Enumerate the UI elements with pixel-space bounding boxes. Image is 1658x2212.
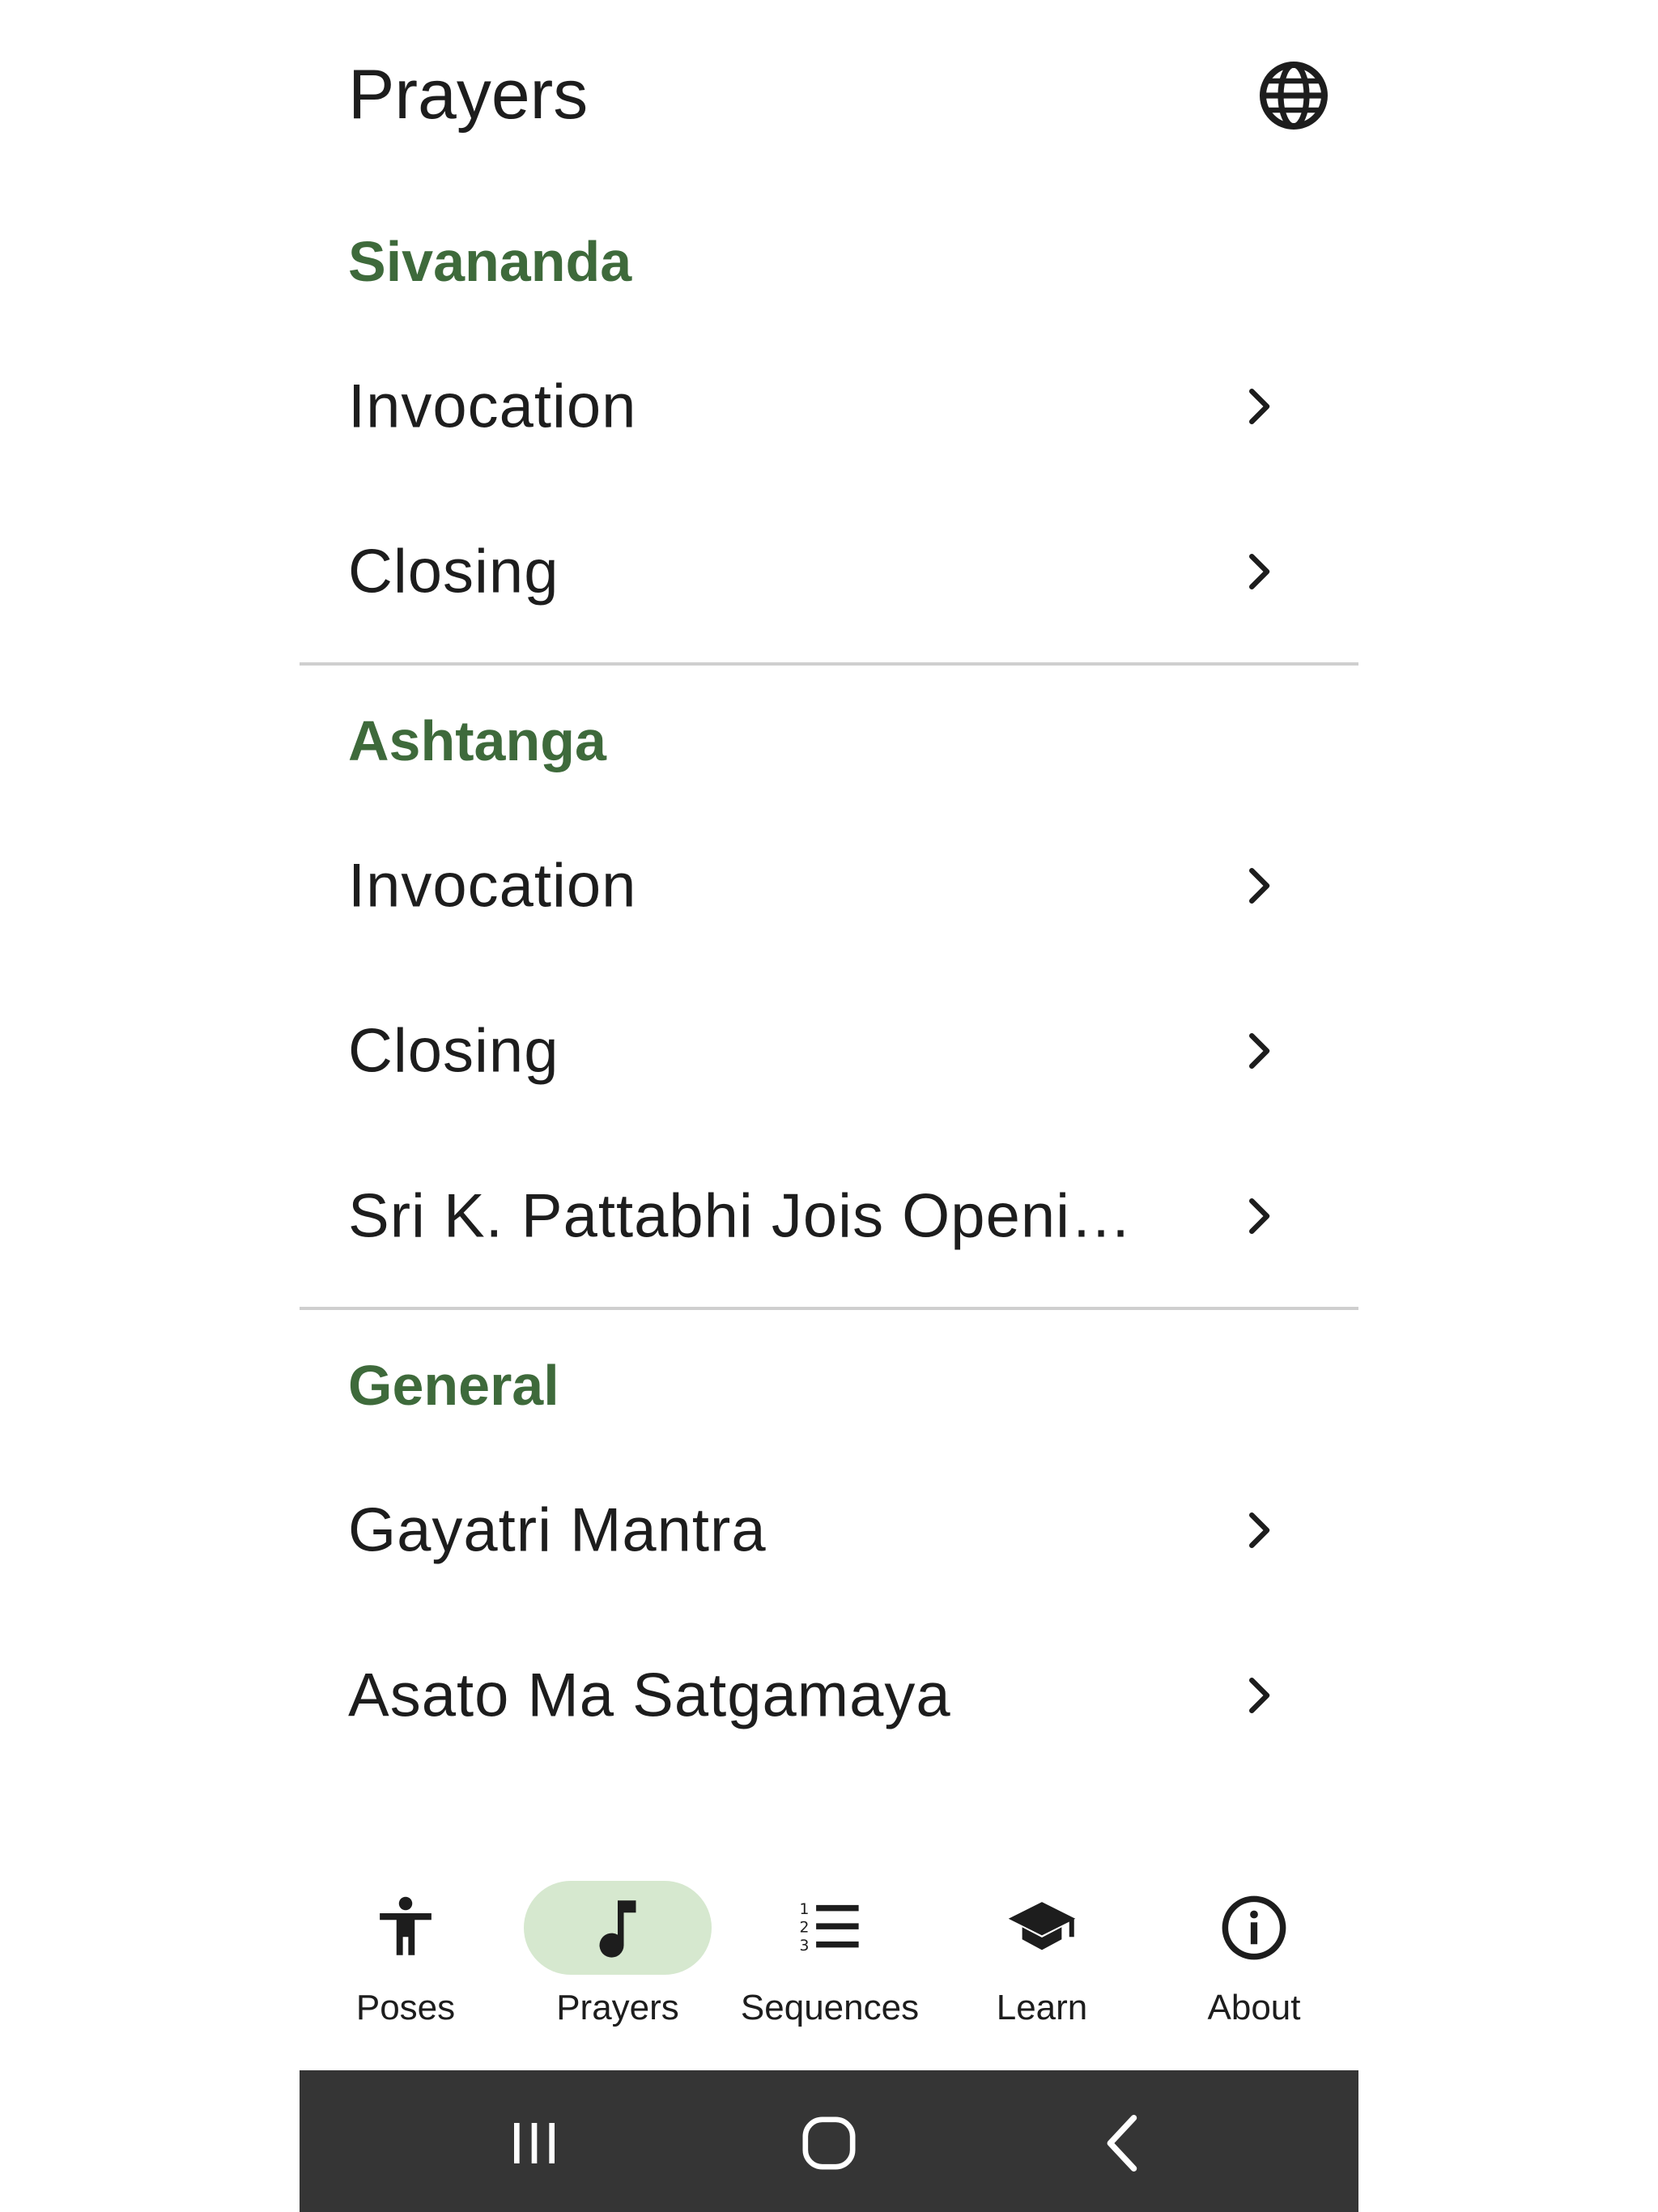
section-header: Ashtanga [300,666,1358,803]
section-header: Sivananda [300,186,1358,324]
section-ashtanga: Ashtanga Invocation Closing Sri K. Patta… [300,666,1358,1310]
bottom-navigation: Poses Prayers 1 2 3 Sequences Learn Abou… [300,1834,1358,2070]
nav-item-learn[interactable]: Learn [936,1834,1148,2070]
svg-text:1: 1 [800,1901,810,1918]
numbered-list-icon: 1 2 3 [800,1901,859,1955]
list-item[interactable]: Invocation [300,324,1358,489]
chevron-right-icon [1249,1678,1270,1713]
chevron-right-icon [1249,1512,1270,1548]
list-item-label: Asato Ma Satgamaya [348,1661,951,1730]
list-item-label: Closing [348,537,559,606]
chevron-right-icon [1249,1033,1270,1069]
list-item[interactable]: Sri K. Pattabhi Jois Opening Chant [300,1134,1358,1299]
section-general: General Gayatri Mantra Asato Ma Satgamay… [300,1310,1358,1834]
section-title: Sivananda [348,230,632,293]
section-title: General [348,1354,559,1417]
nav-label: Prayers [556,1988,679,2027]
app-screen: Prayers Sivananda Invocation Closing Ash… [300,0,1358,2212]
accessibility-person-icon [380,1896,432,1955]
nav-label: Learn [996,1988,1088,2027]
nav-item-sequences[interactable]: 1 2 3 Sequences [724,1834,936,2070]
list-item-label: Closing [348,1016,559,1086]
page-title: Prayers [348,56,589,134]
nav-item-about[interactable]: About [1148,1834,1358,2070]
nav-item-prayers[interactable]: Prayers [512,1834,724,2070]
recent-apps-icon[interactable] [494,2103,575,2184]
list-item-label: Invocation [348,851,637,921]
svg-text:2: 2 [800,1920,810,1937]
list-item[interactable]: Closing [300,968,1358,1134]
globe-icon[interactable] [1255,57,1333,134]
nav-item-poses[interactable]: Poses [300,1834,512,2070]
nav-label: Poses [355,1988,456,2027]
system-navigation-bar [300,2070,1358,2212]
prayer-list[interactable]: Sivananda Invocation Closing Ashtanga In… [300,186,1358,1834]
list-item-label: Guru Mantra [348,1826,703,1835]
chevron-right-icon [1249,389,1270,424]
list-item-label: Gayatri Mantra [348,1495,767,1565]
section-header: General [300,1310,1358,1448]
music-note-icon [599,1900,636,1958]
list-item-label: Sri K. Pattabhi Jois Opening Chant [348,1181,1166,1251]
info-icon [1222,1895,1286,1960]
list-item[interactable]: Gayatri Mantra [300,1448,1358,1613]
chevron-right-icon [1249,554,1270,589]
list-item-label: Invocation [348,372,637,441]
list-item[interactable]: Closing [300,489,1358,654]
nav-label: About [1207,1988,1301,2027]
graduation-cap-icon [1008,1902,1076,1950]
back-icon[interactable] [1083,2103,1164,2184]
home-icon[interactable] [789,2103,869,2184]
section-title: Ashtanga [348,709,606,772]
chevron-right-icon [1249,868,1270,904]
svg-text:3: 3 [800,1938,810,1955]
list-item[interactable]: Guru Mantra [300,1778,1358,1835]
section-sivananda: Sivananda Invocation Closing [300,186,1358,666]
list-item[interactable]: Invocation [300,803,1358,968]
chevron-right-icon [1249,1198,1270,1234]
list-item[interactable]: Asato Ma Satgamaya [300,1613,1358,1778]
nav-label: Sequences [740,1988,920,2027]
top-app-bar: Prayers [300,0,1358,186]
